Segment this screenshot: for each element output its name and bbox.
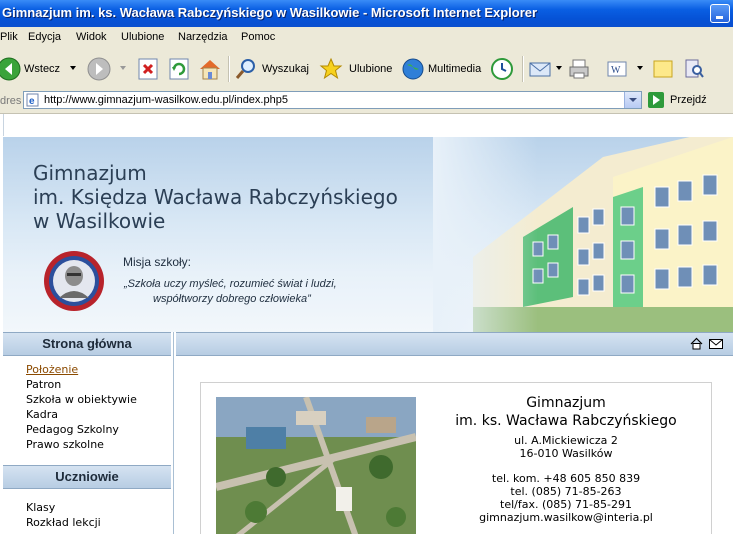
history-icon [491, 58, 513, 80]
info-city: 16-010 Wasilków [519, 447, 613, 460]
home-button[interactable] [198, 55, 224, 83]
search-label: Wyszukaj [262, 63, 309, 75]
search-icon [235, 59, 255, 79]
media-label: Multimedia [428, 63, 482, 75]
nav-link-timetable[interactable]: Rozkład lekcji [26, 516, 101, 529]
back-arrow-icon [0, 57, 21, 81]
window-titlebar: Gimnazjum im. ks. Wacława Rabczyńskiego … [0, 0, 733, 27]
site-title-line3: w Wasilkowie [33, 209, 166, 233]
favorites-button[interactable]: Ulubione [319, 55, 393, 83]
forward-button[interactable] [87, 55, 127, 83]
go-label: Przejdź [670, 94, 707, 106]
stop-icon [138, 58, 158, 80]
nav-link-gallery[interactable]: Szkoła w obiektywie [26, 393, 137, 406]
nav-link-school-law[interactable]: Prawo szkolne [26, 438, 104, 451]
patron-seal-logo [44, 251, 104, 311]
note-icon [653, 60, 673, 78]
menu-help[interactable]: Pomoc [241, 31, 275, 43]
home-icon [200, 60, 220, 80]
toolbar-separator [522, 56, 524, 82]
nav-section-students-header: Uczniowie [3, 465, 171, 489]
menu-tools[interactable]: Narzędzia [178, 31, 228, 43]
mission-quote-line1: „Szkoła uczy myśleć, rozumieć świat i lu… [124, 278, 337, 290]
mission-quote-line2: współtworzy dobrego człowieka” [153, 293, 311, 305]
info-mobile: tel. kom. +48 605 850 839 [491, 472, 641, 485]
address-url: http://www.gimnazjum-wasilkow.edu.pl/ind… [44, 94, 288, 106]
window-title: Gimnazjum im. ks. Wacława Rabczyńskiego … [2, 5, 538, 20]
toolbar: Wstecz Wyszukaj Ulubione Multimedia W [0, 48, 733, 90]
nav-link-patron[interactable]: Patron [26, 378, 61, 391]
discuss-button[interactable] [651, 55, 677, 83]
ie-page-icon: e [26, 93, 39, 107]
go-arrow-icon [648, 92, 664, 108]
nav-link-classes[interactable]: Klasy [26, 501, 55, 514]
back-label: Wstecz [24, 63, 61, 75]
school-info-box: Gimnazjum im. ks. Wacława Rabczyńskiego … [200, 382, 712, 534]
web-page: Gimnazjum im. Księdza Wacława Rabczyński… [0, 114, 733, 534]
svg-text:e: e [29, 96, 35, 107]
search-button[interactable]: Wyszukaj [234, 55, 314, 83]
edit-button[interactable]: W [605, 55, 643, 83]
info-street: ul. A.Mickiewicza 2 [514, 434, 618, 447]
nav-link-polozenie[interactable]: Położenie [26, 363, 78, 376]
menu-view[interactable]: Widok [76, 31, 107, 43]
back-button[interactable]: Wstecz [0, 55, 82, 83]
info-school-name-line1: Gimnazjum [526, 395, 606, 411]
info-phone: tel. (085) 71-85-263 [510, 485, 622, 498]
forward-arrow-icon [87, 57, 111, 81]
history-button[interactable] [490, 55, 516, 83]
printer-icon [569, 59, 589, 79]
address-bar: dres e http://www.gimnazjum-wasilkow.edu… [0, 89, 733, 114]
address-label: dres [0, 95, 22, 107]
site-title-line1: Gimnazjum [33, 161, 147, 185]
stop-button[interactable] [136, 55, 160, 83]
nav-link-staff[interactable]: Kadra [26, 408, 58, 421]
refresh-icon [169, 58, 189, 80]
mission-label: Misja szkoły: [123, 255, 192, 269]
info-school-name-line2: im. ks. Wacława Rabczyńskiego [455, 413, 677, 429]
favorites-label: Ulubione [349, 63, 393, 75]
menu-file[interactable]: Plik [0, 31, 18, 43]
address-input[interactable]: e http://www.gimnazjum-wasilkow.edu.pl/i… [23, 91, 642, 109]
mail-dropdown-icon[interactable] [556, 66, 562, 70]
mail-icon [529, 62, 551, 77]
address-dropdown-button[interactable] [624, 92, 641, 108]
info-fax: tel/fax. (085) 71-85-291 [500, 498, 632, 511]
toolbar-separator [228, 56, 230, 82]
envelope-icon[interactable] [709, 339, 723, 349]
page-top-strip [3, 114, 733, 136]
edit-dropdown-icon[interactable] [637, 66, 643, 70]
back-dropdown-icon[interactable] [70, 66, 76, 70]
star-icon [319, 57, 343, 80]
globe-media-icon [402, 58, 424, 80]
nav-link-pedagogue[interactable]: Pedagog Szkolny [26, 423, 119, 436]
menu-bar: Plik Edycja Widok Ulubione Narzędzia Pom… [0, 27, 733, 49]
home-icon[interactable] [690, 337, 703, 350]
menu-edit[interactable]: Edycja [28, 31, 61, 43]
research-icon [685, 59, 704, 78]
info-email[interactable]: gimnazjum.wasilkow@interia.pl [431, 511, 701, 524]
nav-section-home-header: Strona główna [3, 332, 171, 356]
word-edit-icon: W [607, 61, 627, 77]
school-building-photo [433, 137, 733, 332]
site-title-line2: im. Księdza Wacława Rabczyńskiego [33, 185, 398, 209]
media-button[interactable]: Multimedia [401, 55, 483, 83]
print-button[interactable] [567, 55, 593, 83]
refresh-button[interactable] [167, 55, 191, 83]
left-navigation: Strona główna Położenie Patron Szkoła w … [3, 332, 174, 534]
svg-text:W: W [611, 65, 621, 76]
content-header-bar [176, 332, 733, 356]
research-button[interactable] [682, 55, 708, 83]
town-aerial-photo [216, 397, 416, 534]
site-banner: Gimnazjum im. Księdza Wacława Rabczyński… [3, 137, 733, 332]
minimize-button[interactable] [710, 4, 730, 23]
forward-dropdown-icon[interactable] [120, 66, 126, 70]
menu-favorites[interactable]: Ulubione [121, 31, 164, 43]
mail-button[interactable] [528, 55, 564, 83]
